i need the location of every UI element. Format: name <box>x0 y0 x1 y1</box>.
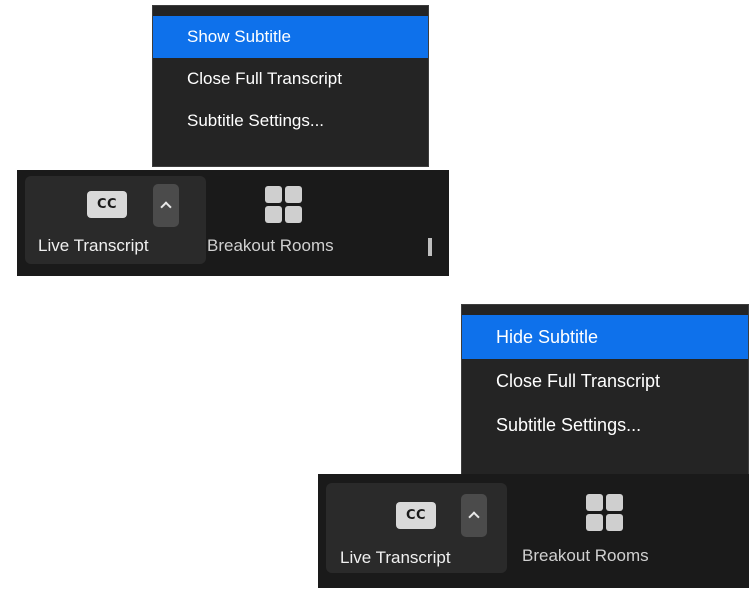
next-toolbar-item-edge <box>428 238 432 256</box>
chevron-up-icon <box>468 511 480 523</box>
live-transcript-button[interactable]: CC Live Transcript <box>25 176 206 264</box>
breakout-rooms-label: Breakout Rooms <box>522 546 649 565</box>
live-transcript-button[interactable]: CC Live Transcript <box>326 483 507 573</box>
close-full-transcript-menu-item[interactable]: Close Full Transcript <box>153 58 428 100</box>
closed-caption-icon: CC <box>396 502 436 529</box>
live-transcript-options-caret[interactable] <box>461 494 487 537</box>
chevron-up-icon <box>160 201 172 213</box>
show-subtitle-menu-item[interactable]: Show Subtitle <box>153 16 428 58</box>
breakout-rooms-button[interactable]: Breakout Rooms <box>207 170 377 276</box>
meeting-toolbar-2: CC Live Transcript Breakout Rooms <box>318 474 749 588</box>
live-transcript-label: Live Transcript <box>38 236 149 255</box>
breakout-rooms-label: Breakout Rooms <box>207 236 334 255</box>
live-transcript-label: Live Transcript <box>340 548 451 567</box>
subtitle-settings-menu-item[interactable]: Subtitle Settings... <box>153 100 428 142</box>
meeting-toolbar-1: CC Live Transcript Breakout Rooms <box>17 170 449 276</box>
hide-subtitle-menu-item[interactable]: Hide Subtitle <box>462 315 748 359</box>
subtitle-menu-1: Show Subtitle Close Full Transcript Subt… <box>152 5 429 167</box>
breakout-rooms-button[interactable]: Breakout Rooms <box>518 474 698 588</box>
close-full-transcript-menu-item[interactable]: Close Full Transcript <box>462 359 748 403</box>
subtitle-menu-2: Hide Subtitle Close Full Transcript Subt… <box>461 304 749 475</box>
live-transcript-options-caret[interactable] <box>153 184 179 227</box>
breakout-rooms-grid-icon <box>586 494 626 534</box>
closed-caption-icon: CC <box>87 191 127 218</box>
breakout-rooms-grid-icon <box>265 186 305 226</box>
subtitle-settings-menu-item[interactable]: Subtitle Settings... <box>462 403 748 447</box>
